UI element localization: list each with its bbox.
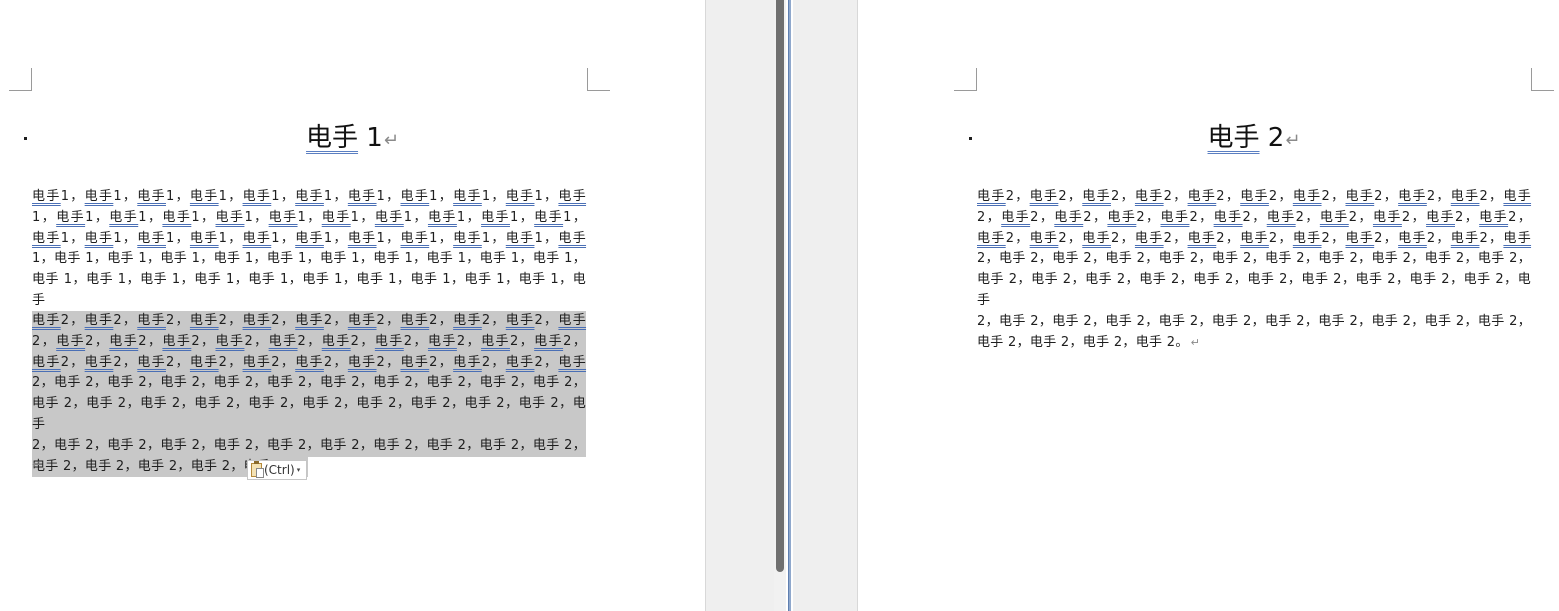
left-heading[interactable]: 电手 1↵ [0, 122, 705, 157]
right-document-page[interactable]: 电手 2↵ 电手2，电手2，电手2，电手2，电手2，电手2，电手2，电手2，电手… [858, 0, 1559, 611]
text-line: 电手 2，电手 2，电手 2，电手 2，电手 2，电手 2，电手 2，电手 2，… [977, 272, 1531, 308]
text-line: 2，电手 2，电手 2，电手 2，电手 2，电手 2，电手 2，电手 2，电手 … [32, 435, 586, 457]
text-line: 电手1，电手1，电手1，电手1，电手1，电手1，电手1，电手1，电手1，电手1，… [32, 189, 587, 204]
text-line: 2，电手2，电手2，电手2，电手2，电手2，电手2，电手2，电手2，电手2，电手… [977, 209, 1532, 225]
text-line: 电手 2，电手 2，电手 2，电手 2。 ↵ [977, 334, 1201, 350]
text-line: 电手 2，电手 2，电手 2，电手 2，电手 2，电手 2，电手 2，电手 2，… [32, 394, 586, 436]
text-line: 1，电手 1，电手 1，电手 1，电手 1，电手 1，电手 1，电手 1，电手 … [32, 251, 586, 267]
text-line: 电手1，电手1，电手1，电手1，电手1，电手1，电手1，电手1，电手1，电手1，… [32, 230, 587, 246]
text-line: 电手2，电手2，电手2，电手2，电手2，电手2，电手2，电手2，电手2，电手2，… [32, 352, 586, 374]
left-paragraph-2-selected[interactable]: 电手2，电手2，电手2，电手2，电手2，电手2，电手2，电手2，电手2，电手2，… [32, 311, 586, 478]
empty-paragraph-mark-icon: ↵ [32, 458, 42, 471]
clipboard-icon [251, 461, 264, 478]
text-line: 1，电手1，电手1，电手1，电手1，电手1，电手1，电手1，电手1，电手1，电手… [32, 209, 587, 225]
pane-split-bar[interactable] [788, 0, 791, 611]
heading-underlined-text: 电手 [306, 123, 359, 153]
heading-rest-text: 2 [1259, 123, 1285, 153]
left-pane-gutter [705, 0, 775, 611]
right-heading[interactable]: 电手 2↵ [977, 122, 1531, 157]
vertical-scrollbar-thumb[interactable] [776, 0, 784, 572]
text-line: 电手2，电手2，电手2，电手2，电手2，电手2，电手2，电手2，电手2，电手2，… [977, 230, 1532, 246]
text-line: 电手2，电手2，电手2，电手2，电手2，电手2，电手2，电手2，电手2，电手2，… [977, 189, 1532, 204]
margin-corner-top-right [587, 68, 610, 91]
text-line: 电手 1，电手 1，电手 1，电手 1，电手 1，电手 1，电手 1，电手 1，… [32, 272, 586, 308]
paragraph-mark-icon: ↵ [1285, 130, 1301, 151]
text-line: 2，电手 2，电手 2，电手 2，电手 2，电手 2，电手 2，电手 2，电手 … [977, 313, 1531, 329]
heading-underlined-text: 电手 [1207, 123, 1260, 153]
right-paragraph-1[interactable]: 电手2，电手2，电手2，电手2，电手2，电手2，电手2，电手2，电手2，电手2，… [977, 187, 1531, 353]
paragraph-mark-icon: ↵ [1190, 335, 1201, 349]
right-pane-gutter [793, 0, 858, 611]
margin-corner-top-left [9, 68, 32, 91]
paste-options-label: (Ctrl) [264, 463, 295, 477]
text-line: 2，电手 2，电手 2，电手 2，电手 2，电手 2，电手 2，电手 2，电手 … [32, 373, 586, 395]
paste-options-button[interactable]: (Ctrl) ▾ [247, 460, 307, 480]
paragraph-mark-icon: ↵ [383, 130, 399, 151]
margin-corner-top-left [954, 68, 977, 91]
text-line: 2，电手2，电手2，电手2，电手2，电手2，电手2，电手2，电手2，电手2，电手… [32, 331, 586, 353]
text-line: 电手2，电手2，电手2，电手2，电手2，电手2，电手2，电手2，电手2，电手2，… [32, 311, 586, 332]
chevron-down-icon: ▾ [296, 466, 301, 474]
left-document-page[interactable]: 电手 1↵ 电手1，电手1，电手1，电手1，电手1，电手1，电手1，电手1，电手… [0, 0, 705, 611]
paragraph-format-mark [969, 137, 972, 140]
margin-corner-top-right [1531, 68, 1554, 91]
heading-rest-text: 1 [358, 123, 383, 153]
text-line: 2，电手 2，电手 2，电手 2，电手 2，电手 2，电手 2，电手 2，电手 … [977, 251, 1531, 267]
